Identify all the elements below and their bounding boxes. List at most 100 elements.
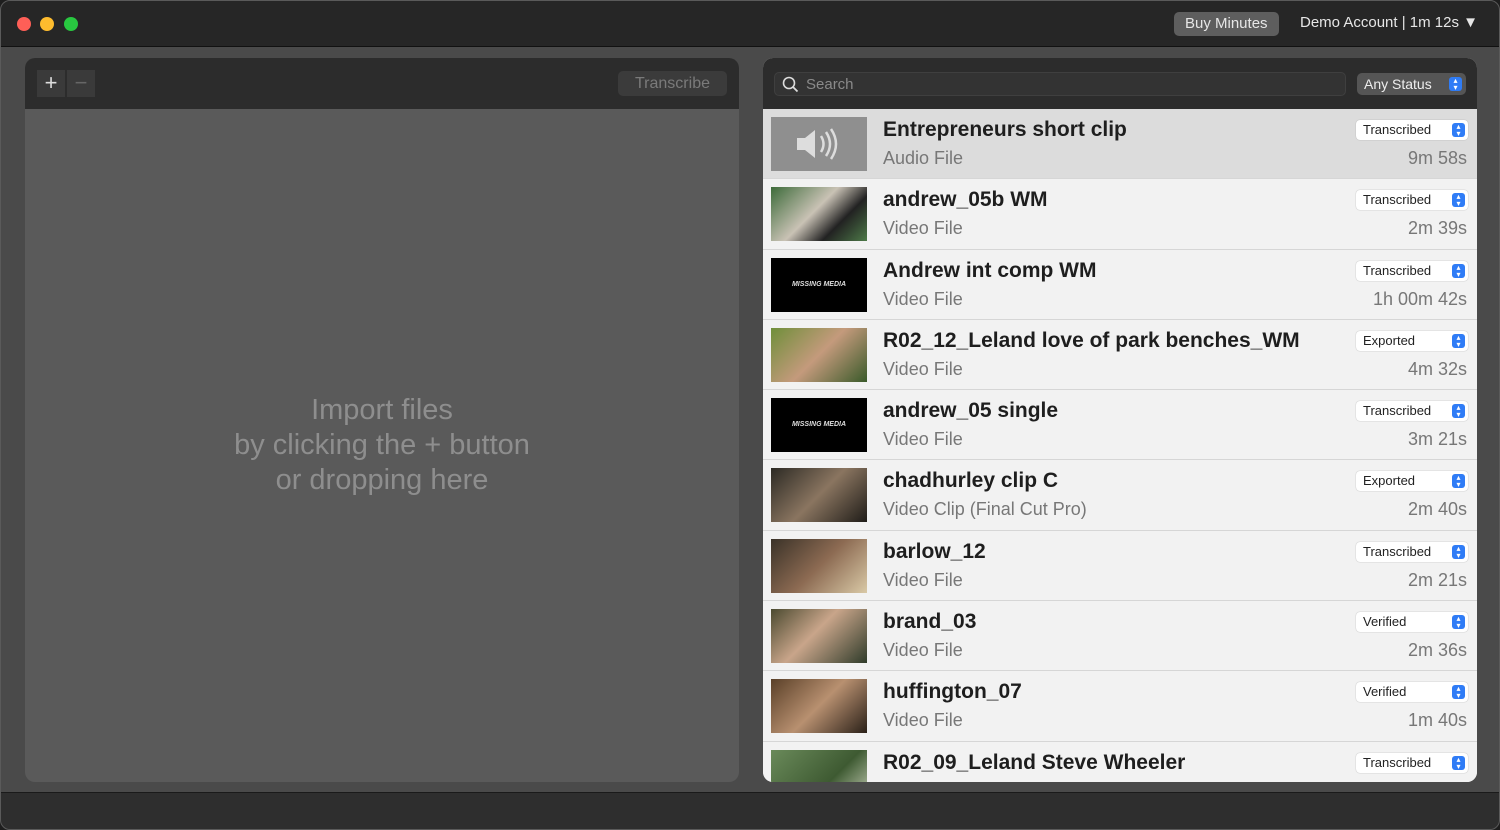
file-row[interactable]: chadhurley clip C Video Clip (Final Cut P… — [763, 460, 1477, 531]
stepper-icon: ▴ ▾ — [1452, 615, 1465, 630]
file-row[interactable]: barlow_12 Video File Transcribed ▴ ▾ 2m 21s — [763, 530, 1477, 602]
file-row[interactable]: R02_12_Leland love of park benches_WM Vid… — [763, 319, 1477, 391]
file-duration: 2m 39s — [1407, 218, 1467, 239]
minimize-button[interactable] — [40, 17, 54, 31]
file-duration: 2m 40s — [1407, 499, 1467, 520]
video-thumbnail — [771, 538, 867, 593]
status-filter-select[interactable]: Any Status ▴ ▾ — [1357, 73, 1466, 95]
file-type: Audio File — [883, 148, 964, 168]
stepper-icon: ▴ ▾ — [1452, 474, 1465, 489]
file-type: Video File — [883, 288, 963, 309]
buy-minutes-button[interactable]: Buy Minutes — [1174, 12, 1279, 36]
status-value: Verified — [1363, 684, 1407, 700]
drop-zone-hint: Import files by clicking the + button or… — [25, 393, 739, 498]
title-bar: Buy Minutes Demo Account | 1m 12s ▼ — [1, 1, 1499, 47]
status-select[interactable]: Transcribed ▴ ▾ — [1356, 541, 1468, 562]
status-value: Verified — [1363, 614, 1407, 630]
status-select[interactable]: Exported ▴ ▾ — [1356, 471, 1468, 492]
transcribe-button[interactable]: Transcribe — [618, 71, 727, 96]
status-value: Transcribed — [1363, 192, 1432, 208]
account-menu[interactable]: Demo Account | 1m 12s ▼ — [1300, 14, 1478, 31]
missing-media-thumbnail: MISSING MEDIA — [771, 398, 867, 453]
file-name: andrew_05 single — [883, 399, 1059, 423]
stepper-icon: ▴ ▾ — [1449, 77, 1462, 92]
status-select[interactable]: Exported ▴ ▾ — [1356, 330, 1468, 351]
file-name: huffington_07 — [883, 680, 1022, 704]
status-value: Exported — [1363, 473, 1416, 489]
file-duration: 2m 36s — [1407, 640, 1467, 661]
status-select[interactable]: Transcribed ▴ ▾ — [1356, 190, 1468, 211]
files-toolbar: Search Any Status ▴ ▾ — [763, 58, 1477, 109]
file-row[interactable]: brand_03 Video File Verified ▴ ▾ 2m 36s — [763, 601, 1477, 672]
import-toolbar: + − Transcribe — [25, 58, 739, 109]
status-select[interactable]: Transcribed ▴ ▾ — [1356, 260, 1468, 281]
status-value: Exported — [1363, 332, 1416, 348]
status-select[interactable]: Verified ▴ ▾ — [1356, 612, 1468, 633]
file-row[interactable]: MISSING MEDIA Andrew int comp WM Video Fil… — [763, 249, 1477, 320]
stepper-icon: ▴ ▾ — [1452, 404, 1465, 419]
file-type: Video File — [883, 710, 963, 731]
file-duration: 1m 40s — [1407, 710, 1467, 731]
status-select[interactable]: Verified ▴ ▾ — [1356, 682, 1468, 703]
app-window: Buy Minutes Demo Account | 1m 12s ▼ + − … — [0, 0, 1500, 830]
file-type: Video File — [883, 640, 963, 661]
search-icon — [782, 76, 799, 93]
missing-media-thumbnail: MISSING MEDIA — [771, 257, 867, 312]
stepper-icon: ▴ ▾ — [1452, 755, 1465, 770]
status-select[interactable]: Transcribed ▴ ▾ — [1356, 752, 1468, 773]
add-button[interactable]: + — [37, 70, 65, 97]
status-value: Transcribed — [1363, 122, 1432, 137]
status-value: Transcribed — [1363, 403, 1432, 419]
file-row[interactable]: Entrepreneurs short clip Audio File Transc… — [763, 109, 1477, 180]
drop-hint-line: or dropping here — [275, 464, 489, 496]
file-duration: 2m 21s — [1407, 569, 1467, 590]
file-row[interactable]: andrew_05b WM Video File Transcribed ▴ ▾ 2m 3… — [763, 179, 1477, 250]
file-duration: 1h 00m 42s — [1372, 288, 1467, 309]
import-panel[interactable]: + − Transcribe Import files by clicking … — [25, 58, 739, 782]
file-type: Video File — [883, 218, 963, 239]
file-duration: 9m 58s — [1407, 148, 1467, 168]
files-panel: Search Any Status ▴ ▾ Entrepreneurs short… — [763, 58, 1477, 782]
video-thumbnail — [771, 468, 867, 523]
remove-button[interactable]: − — [67, 70, 95, 97]
status-value: Transcribed — [1363, 754, 1432, 770]
file-duration: 4m 32s — [1407, 358, 1467, 379]
status-filter-value: Any Status — [1364, 76, 1432, 92]
file-name: brand_03 — [883, 610, 977, 634]
status-value: Transcribed — [1363, 262, 1432, 278]
status-select[interactable]: Transcribed ▴ ▾ — [1356, 120, 1468, 140]
drop-hint-line: by clicking the + button — [234, 429, 530, 461]
video-thumbnail — [771, 187, 867, 242]
file-name: R02_12_Leland love of park benches_WM — [883, 328, 1300, 352]
stepper-icon: ▴ ▾ — [1452, 263, 1465, 278]
file-name: Entrepreneurs short clip — [883, 118, 1127, 141]
file-name: chadhurley clip C — [883, 469, 1059, 493]
stepper-icon: ▴ ▾ — [1452, 333, 1465, 348]
speaker-icon — [797, 128, 838, 160]
file-name: andrew_05b WM — [883, 188, 1048, 212]
file-name: barlow_12 — [883, 539, 986, 563]
file-row[interactable]: huffington_07 Video File Verified ▴ ▾ 1m 40s — [763, 671, 1477, 742]
file-type: Video File — [883, 569, 963, 590]
video-thumbnail — [771, 327, 867, 382]
close-button[interactable] — [17, 17, 31, 31]
file-duration: 3m 21s — [1407, 429, 1467, 450]
file-name: Andrew int comp WM — [883, 258, 1097, 282]
stepper-icon: ▴ ▾ — [1452, 544, 1465, 559]
audio-file-thumbnail — [771, 117, 867, 171]
status-select[interactable]: Transcribed ▴ ▾ — [1356, 401, 1468, 422]
file-row[interactable]: MISSING MEDIA andrew_05 single Video File T… — [763, 390, 1477, 461]
status-value: Transcribed — [1363, 543, 1432, 559]
file-list[interactable]: Entrepreneurs short clip Audio File Transc… — [763, 109, 1477, 782]
file-type: Video Clip (Final Cut Pro) — [883, 499, 1087, 520]
video-thumbnail — [771, 609, 867, 664]
file-row[interactable]: R02_09_Leland Steve Wheeler Transcribed ▴ ▾ — [763, 741, 1477, 782]
zoom-button[interactable] — [64, 17, 78, 31]
search-placeholder: Search — [806, 76, 854, 93]
bottom-bar — [1, 792, 1499, 829]
video-thumbnail — [771, 749, 867, 782]
drop-hint-line: Import files — [311, 394, 453, 426]
search-input[interactable]: Search — [774, 72, 1346, 96]
stepper-icon: ▴ ▾ — [1452, 685, 1465, 700]
stepper-icon: ▴ ▾ — [1452, 193, 1465, 208]
